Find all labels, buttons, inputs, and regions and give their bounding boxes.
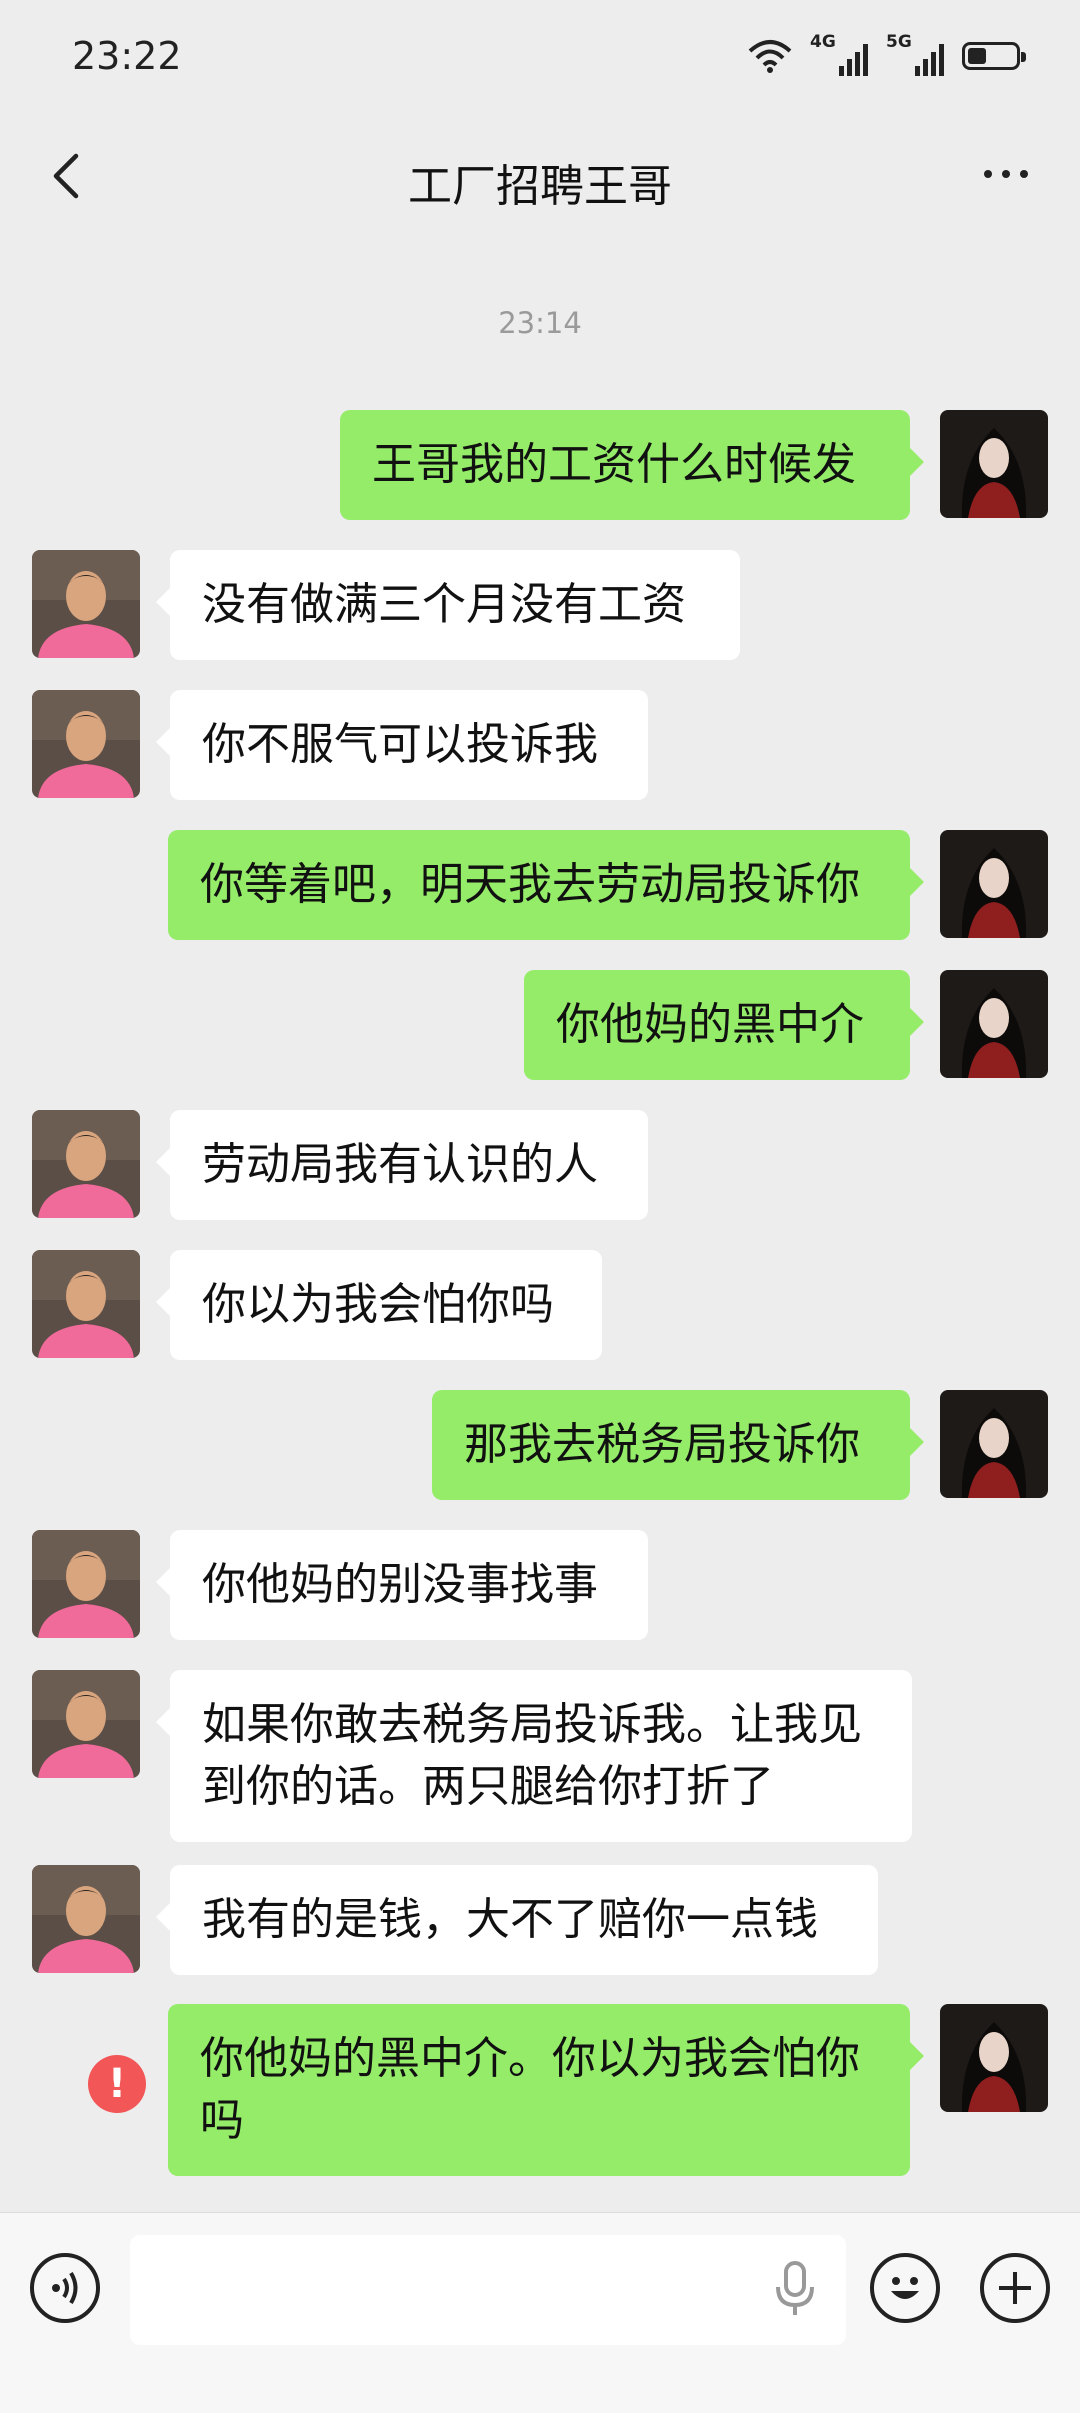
- contact-avatar[interactable]: [32, 550, 140, 658]
- contact-avatar[interactable]: [32, 1250, 140, 1358]
- signal-5g-icon: 5G: [886, 32, 944, 76]
- contact-avatar[interactable]: [32, 1110, 140, 1218]
- signal-4g-icon: 4G: [810, 32, 868, 76]
- voice-toggle-icon[interactable]: [30, 2253, 100, 2323]
- message-bubble-outgoing[interactable]: 你他妈的黑中介。你以为我会怕你吗: [168, 2004, 924, 2176]
- emoji-icon[interactable]: [870, 2253, 940, 2323]
- contact-avatar[interactable]: [32, 1670, 140, 1778]
- message-bubble-incoming[interactable]: 我有的是钱，大不了赔你一点钱: [156, 1865, 878, 1975]
- battery-icon: [962, 42, 1026, 70]
- message-bubble-outgoing[interactable]: 那我去税务局投诉你: [432, 1390, 924, 1500]
- message-bubble-incoming[interactable]: 你他妈的别没事找事: [156, 1530, 648, 1640]
- status-time: 23:22: [72, 34, 182, 78]
- contact-avatar[interactable]: [32, 1530, 140, 1638]
- microphone-icon[interactable]: [770, 2259, 820, 2319]
- message-bubble-incoming[interactable]: 你不服气可以投诉我: [156, 690, 648, 800]
- message-bubble-outgoing[interactable]: 你等着吧，明天我去劳动局投诉你: [168, 830, 924, 940]
- more-options-icon[interactable]: [976, 154, 1036, 194]
- message-bubble-incoming[interactable]: 如果你敢去税务局投诉我。让我见到你的话。两只腿给你打折了: [156, 1670, 912, 1842]
- send-failed-icon[interactable]: !: [88, 2055, 146, 2113]
- my-avatar[interactable]: [940, 2004, 1048, 2112]
- message-bubble-incoming[interactable]: 劳动局我有认识的人: [156, 1110, 648, 1220]
- message-bubble-outgoing[interactable]: 王哥我的工资什么时候发: [340, 410, 924, 520]
- my-avatar[interactable]: [940, 830, 1048, 938]
- plus-icon[interactable]: [980, 2253, 1050, 2323]
- wifi-icon: [748, 40, 792, 73]
- status-icons: 4G 5G: [748, 32, 1026, 76]
- message-bubble-incoming[interactable]: 没有做满三个月没有工资: [156, 550, 740, 660]
- my-avatar[interactable]: [940, 410, 1048, 518]
- contact-avatar[interactable]: [32, 1865, 140, 1973]
- chat-header: 工厂招聘王哥: [0, 120, 1080, 230]
- message-bubble-outgoing[interactable]: 你他妈的黑中介: [524, 970, 924, 1080]
- message-timestamp: 23:14: [498, 306, 582, 340]
- input-bar: [0, 2212, 1080, 2413]
- status-bar: 23:22 4G 5G: [0, 0, 1080, 120]
- contact-avatar[interactable]: [32, 690, 140, 798]
- my-avatar[interactable]: [940, 970, 1048, 1078]
- message-input[interactable]: [130, 2235, 846, 2345]
- my-avatar[interactable]: [940, 1390, 1048, 1498]
- message-bubble-incoming[interactable]: 你以为我会怕你吗: [156, 1250, 602, 1360]
- chat-title: 工厂招聘王哥: [408, 161, 672, 212]
